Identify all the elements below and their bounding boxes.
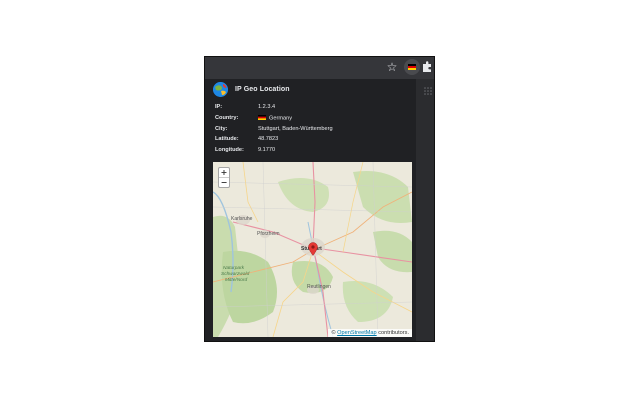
map-label-naturpark-3: Mitte/Nord [225,278,248,283]
ip-value: 1.2.3.4 [258,104,276,110]
browser-toolbar: ☆ [205,57,434,79]
germany-flag-icon [408,64,416,70]
country-value-wrap: Germany [258,115,292,122]
longitude-value: 9.1770 [258,147,276,153]
city-label: City: [215,126,228,132]
map-label-karlsruhe: Karlsruhe [231,216,253,222]
latitude-value: 48.7823 [258,136,279,142]
zoom-control: + − [218,167,230,188]
popup-title: IP Geo Location [235,85,290,93]
map-label-reutlingen: Reutlingen [307,284,331,290]
country-label: Country: [215,115,239,121]
country-value: Germany [269,115,293,122]
zoom-in-button[interactable]: + [219,168,229,177]
popup-header: IP Geo Location [213,81,290,97]
drag-handle-icon[interactable] [424,87,432,97]
map-attribution: © OpenStreetMap contributors. [328,329,412,337]
openstreetmap-link[interactable]: OpenStreetMap [337,330,377,336]
globe-logo-icon [213,81,228,97]
map-label-naturpark-1: Naturpark [223,266,245,271]
map-label-pforzheim: Pforzheim [257,231,280,237]
map-label-naturpark-2: Schwarzwald [221,272,250,277]
germany-flag-icon [258,115,266,120]
puzzle-icon[interactable] [422,61,432,73]
latitude-label: Latitude: [215,136,239,142]
extension-popup: IP Geo Location IP: 1.2.3.4 Country: Ger… [209,79,416,341]
ip-label: IP: [215,104,223,110]
location-map[interactable]: Karlsruhe Pforzheim Stuttgart Naturpark … [213,162,412,337]
side-panel-strip [416,79,434,341]
star-icon[interactable]: ☆ [386,59,398,75]
longitude-label: Longitude: [215,147,244,153]
location-marker-icon[interactable] [308,242,318,256]
city-value: Stuttgart, Baden-Württemberg [258,126,333,132]
browser-window: ☆ IP Geo Location IP: 1.2.3.4 Country: G… [204,56,435,342]
attribution-suffix: contributors. [378,330,409,336]
attribution-prefix: © [331,330,336,336]
flag-extension-icon[interactable] [404,59,420,75]
zoom-out-button[interactable]: − [219,177,229,187]
